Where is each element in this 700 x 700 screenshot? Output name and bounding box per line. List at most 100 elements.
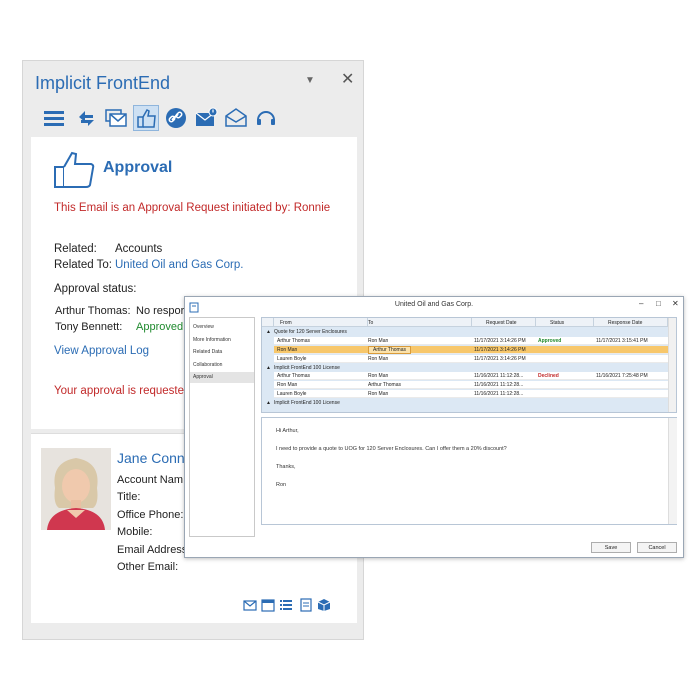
- thumbs-up-icon: [53, 149, 97, 189]
- collapse-icon[interactable]: ▲: [266, 364, 271, 372]
- approver-status: No respor: [136, 305, 185, 317]
- record-dialog: United Oil and Gas Corp. – □ ✕ Overview M…: [184, 296, 684, 558]
- link-icon[interactable]: [163, 105, 189, 131]
- contact-field-label: Mobile:: [117, 526, 153, 538]
- grid-group-header[interactable]: ▲ Implicit FrontEnd 100 License: [262, 399, 668, 407]
- table-row[interactable]: Arthur Thomas Ron Man 11/17/2021 3:14:26 P…: [274, 336, 668, 345]
- table-cell: Ron Man: [368, 337, 389, 344]
- nav-item[interactable]: Overview: [190, 322, 254, 333]
- nav-item[interactable]: Collaboration: [190, 360, 254, 371]
- approval-heading: Approval: [103, 159, 173, 176]
- contact-field-label: Email Address: [117, 544, 188, 556]
- cancel-button[interactable]: Cancel: [637, 542, 677, 553]
- table-row[interactable]: Lauren Boyle Ron Man 11/16/2021 11:12:28..…: [274, 390, 668, 398]
- dialog-title: United Oil and Gas Corp.: [394, 301, 474, 308]
- table-cell: Ron Man: [368, 373, 389, 379]
- grid-group-header[interactable]: ▲ Implicit FrontEnd 100 License: [262, 363, 668, 372]
- mail-icon[interactable]: [243, 598, 257, 612]
- table-row[interactable]: Arthur Thomas Ron Man 11/16/2021 11:12:28.…: [274, 372, 668, 380]
- message-line: Thanks,: [276, 464, 296, 470]
- collapse-icon[interactable]: ▲: [266, 399, 271, 407]
- minimize-icon[interactable]: –: [639, 299, 643, 308]
- sync-icon[interactable]: [73, 105, 99, 131]
- thumbs-up-icon[interactable]: [133, 105, 159, 131]
- close-icon[interactable]: ✕: [341, 69, 354, 89]
- table-cell: 11/17/2021 3:14:26 PM: [474, 337, 526, 344]
- scrollbar[interactable]: [668, 418, 677, 524]
- column-header[interactable]: From: [274, 318, 368, 327]
- collapse-icon[interactable]: ▲: [266, 328, 271, 336]
- column-header[interactable]: Response Date: [594, 318, 668, 327]
- table-cell: 11/16/2021 11:12:28...: [474, 382, 524, 388]
- table-cell: 11/17/2021 3:15:41 PM: [596, 337, 648, 344]
- calendar-icon[interactable]: [261, 598, 275, 612]
- maximize-icon[interactable]: □: [656, 299, 661, 308]
- related-value: Accounts: [115, 243, 163, 255]
- table-cell: 11/16/2021 11:12:28...: [474, 373, 524, 379]
- close-icon[interactable]: ✕: [672, 299, 679, 308]
- mail-open-icon[interactable]: [223, 105, 249, 131]
- message-line: Hi Arthur,: [276, 428, 299, 434]
- scrollbar[interactable]: [668, 318, 676, 412]
- table-row[interactable]: Ron Man Arthur Thomas 11/17/2021 3:14:26 P…: [274, 345, 668, 354]
- table-cell: Arthur Thomas: [368, 382, 401, 388]
- message-line: I need to provide a quote to UOG for 120…: [276, 446, 507, 452]
- table-cell: 11/16/2021 7:25:48 PM: [596, 373, 648, 379]
- column-header-label: From: [280, 320, 292, 326]
- contact-field-label: Title:: [117, 491, 141, 503]
- avatar: [41, 448, 111, 530]
- pane-header: Implicit FrontEnd ▼ ✕: [23, 61, 363, 101]
- nav-item[interactable]: More Information: [190, 335, 254, 346]
- table-cell: Ron Man: [368, 391, 389, 397]
- toolbar: [41, 105, 281, 131]
- table-cell: Arthur Thomas: [277, 337, 310, 344]
- message-body[interactable]: Hi Arthur, I need to provide a quote to …: [261, 417, 677, 525]
- column-header[interactable]: Status: [536, 318, 594, 327]
- contact-name-link[interactable]: Jane Conn: [117, 450, 185, 466]
- contact-field-label: Office Phone:: [117, 509, 184, 521]
- menu-icon[interactable]: [41, 105, 67, 131]
- dialog-titlebar[interactable]: United Oil and Gas Corp. – □ ✕: [185, 297, 683, 315]
- table-cell: 11/16/2021 11:12:28...: [474, 391, 524, 397]
- table-cell: 11/17/2021 3:14:26 PM: [474, 346, 526, 353]
- pane-title: Implicit FrontEnd: [35, 73, 171, 93]
- contact-actions: [243, 598, 343, 614]
- table-cell: Arthur Thomas: [277, 373, 310, 379]
- grid-group-header[interactable]: ▲ Quote for 120 Server Enclosures: [262, 328, 668, 336]
- column-header[interactable]: Request Date: [472, 318, 536, 327]
- contact-field-label: Other Email:: [117, 561, 179, 573]
- mail-alert-icon[interactable]: [193, 105, 219, 131]
- related-to-link[interactable]: United Oil and Gas Corp.: [115, 259, 243, 271]
- table-row[interactable]: Lauren Boyle Ron Man 11/17/2021 3:14:26 PM: [274, 354, 668, 363]
- grid-header-cell: [262, 318, 274, 327]
- column-header-label: Request Date: [486, 320, 517, 326]
- column-header-label: Response Date: [608, 320, 643, 326]
- column-header[interactable]: To: [368, 318, 472, 327]
- save-button[interactable]: Save: [591, 542, 631, 553]
- table-cell: Lauren Boyle: [277, 391, 307, 397]
- table-row[interactable]: Ron Man Arthur Thomas 11/16/2021 11:12:28.…: [274, 381, 668, 389]
- dialog-nav: Overview More Information Related Data Coll…: [189, 317, 255, 537]
- box-icon[interactable]: [317, 598, 331, 612]
- nav-item[interactable]: Approval: [190, 372, 254, 383]
- view-approval-log-link[interactable]: View Approval Log: [54, 345, 149, 357]
- related-to-label: Related To:: [54, 259, 112, 271]
- table-cell: Arthur Thomas: [368, 345, 411, 354]
- approver-status: Approved: [136, 321, 184, 333]
- nav-item[interactable]: Related Data: [190, 347, 254, 358]
- note-icon[interactable]: [299, 598, 313, 612]
- table-cell: Ron Man: [368, 355, 389, 362]
- table-cell: Ron Man: [277, 382, 298, 388]
- headset-icon[interactable]: [253, 105, 279, 131]
- table-cell: Ron Man: [277, 346, 298, 353]
- approval-requested-text: Your approval is requested: [54, 385, 191, 397]
- message-line: Ron: [276, 482, 287, 488]
- approval-grid: From To Request Date Status Response Date ▲ Q…: [261, 317, 677, 413]
- approval-request-text: This Email is an Approval Request initia…: [54, 202, 331, 214]
- list-icon[interactable]: [279, 598, 293, 612]
- emails-icon[interactable]: [103, 105, 129, 131]
- column-header-label: To: [368, 320, 374, 326]
- group-label: Implicit FrontEnd 100 License: [274, 364, 340, 371]
- chevron-down-icon[interactable]: ▼: [305, 75, 315, 86]
- table-cell: Declined: [538, 373, 559, 379]
